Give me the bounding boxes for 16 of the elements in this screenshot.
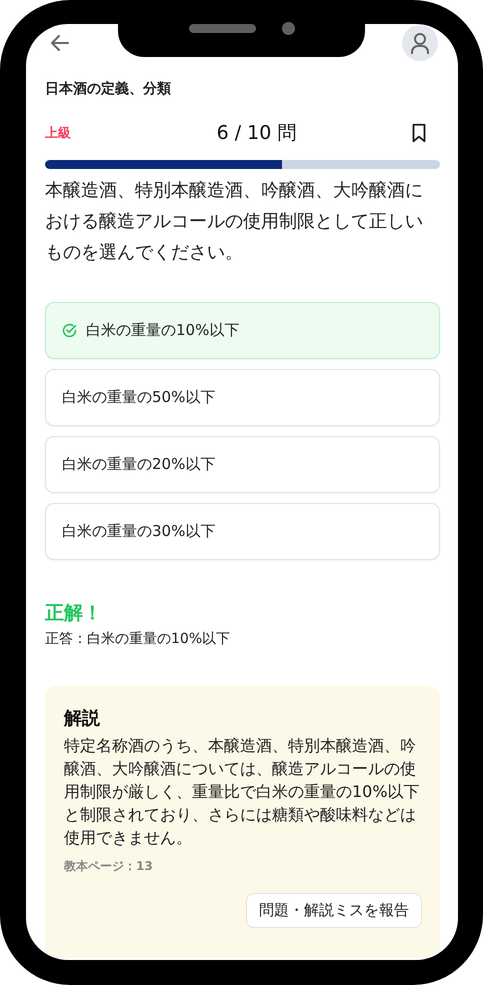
question-counter: 6 / 10 問 bbox=[216, 121, 296, 146]
result-heading: 正解！ bbox=[45, 601, 103, 626]
correct-answer-text: 正答：白米の重量の10%以下 bbox=[45, 630, 232, 648]
explanation-text: 特定名称酒のうち、本醸造酒、特別本醸造酒、吟醸酒、大吟醸酒については、醸造アルコールの使用制限が厳しく、重量比で白米の重量の10%以下と制限されており、さらには糖類や酸味料などは使用できません。 bbox=[64, 735, 421, 849]
answer-option[interactable]: 白米の重量の50%以下 bbox=[45, 369, 440, 426]
lesson-title: 日本酒の定義、分類 bbox=[45, 80, 172, 98]
user-avatar-icon[interactable] bbox=[402, 25, 438, 61]
level-label: 上級 bbox=[45, 125, 72, 142]
report-button[interactable]: 問題・解説ミスを報告 bbox=[246, 893, 422, 928]
check-circle-icon bbox=[61, 322, 78, 339]
answer-option[interactable]: 白米の重量の20%以下 bbox=[45, 436, 440, 493]
answer-option[interactable]: 白米の重量の10%以下 bbox=[45, 302, 440, 359]
question-text: 本醸造酒、特別本醸造酒、吟醸酒、大吟醸酒における醸造アルコールの使用制限として正しいものを選んでください。 bbox=[45, 179, 424, 265]
answer-option[interactable]: 白米の重量の30%以下 bbox=[45, 503, 440, 560]
textbook-page-ref: 教本ページ：13 bbox=[64, 858, 154, 875]
explanation-title: 解説 bbox=[64, 707, 101, 730]
